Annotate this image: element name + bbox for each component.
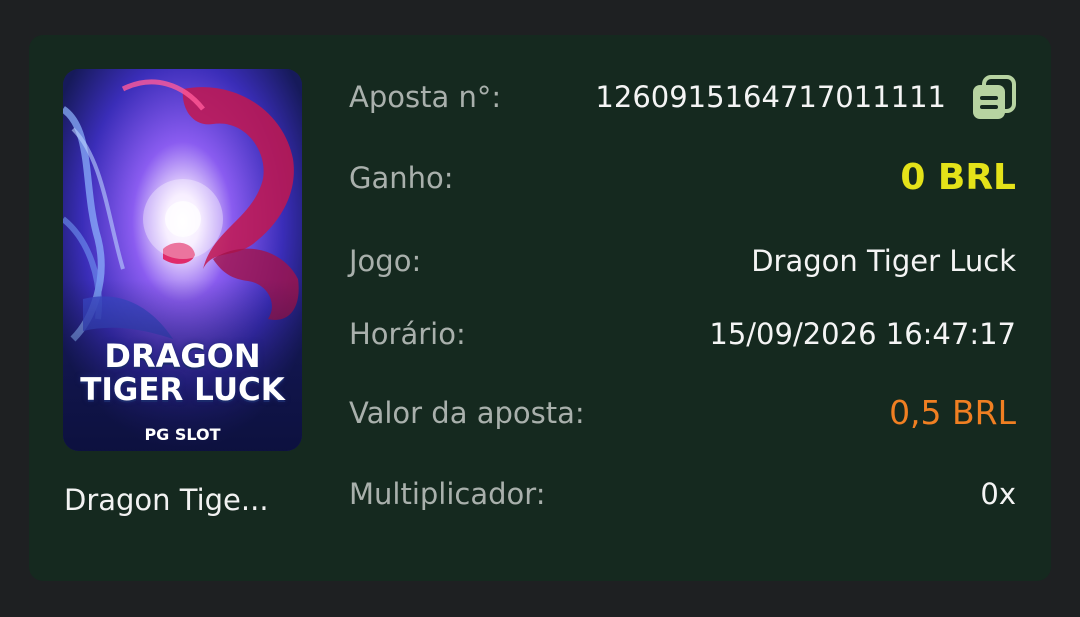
win-value: 0 BRL (900, 157, 1016, 198)
win-label: Ganho: (349, 161, 454, 195)
bet-detail-card: DRAGON TIGER LUCK PG SLOT Dragon Tige...… (29, 35, 1051, 581)
row-bet-id: Aposta n°: 1260915164717011111 (349, 72, 1016, 122)
bet-id-value: 1260915164717011111 (595, 80, 946, 114)
bet-amount-value: 0,5 BRL (889, 393, 1016, 432)
row-bet-amount: Valor da aposta: 0,5 BRL (349, 388, 1016, 438)
time-label: Horário: (349, 317, 466, 351)
row-time: Horário: 15/09/2026 16:47:17 (349, 309, 1016, 359)
time-value: 15/09/2026 16:47:17 (709, 317, 1016, 351)
bet-id-label: Aposta n°: (349, 80, 502, 114)
bet-amount-label: Valor da aposta: (349, 396, 585, 430)
multiplier-value: 0x (980, 477, 1016, 511)
copy-icon[interactable] (970, 75, 1016, 121)
row-multiplier: Multiplicador: 0x (349, 469, 1016, 519)
game-thumbnail[interactable]: DRAGON TIGER LUCK PG SLOT (63, 69, 302, 451)
multiplier-label: Multiplicador: (349, 477, 546, 511)
row-win: Ganho: 0 BRL (349, 153, 1016, 203)
game-name-caption: Dragon Tige... (64, 483, 269, 517)
row-game: Jogo: Dragon Tiger Luck (349, 236, 1016, 286)
thumbnail-title-line2: TIGER LUCK (80, 372, 285, 408)
thumbnail-title-line1: DRAGON (104, 337, 261, 375)
game-value: Dragon Tiger Luck (751, 244, 1016, 278)
game-label: Jogo: (349, 244, 422, 278)
thumbnail-brand: PG SLOT (144, 425, 221, 444)
